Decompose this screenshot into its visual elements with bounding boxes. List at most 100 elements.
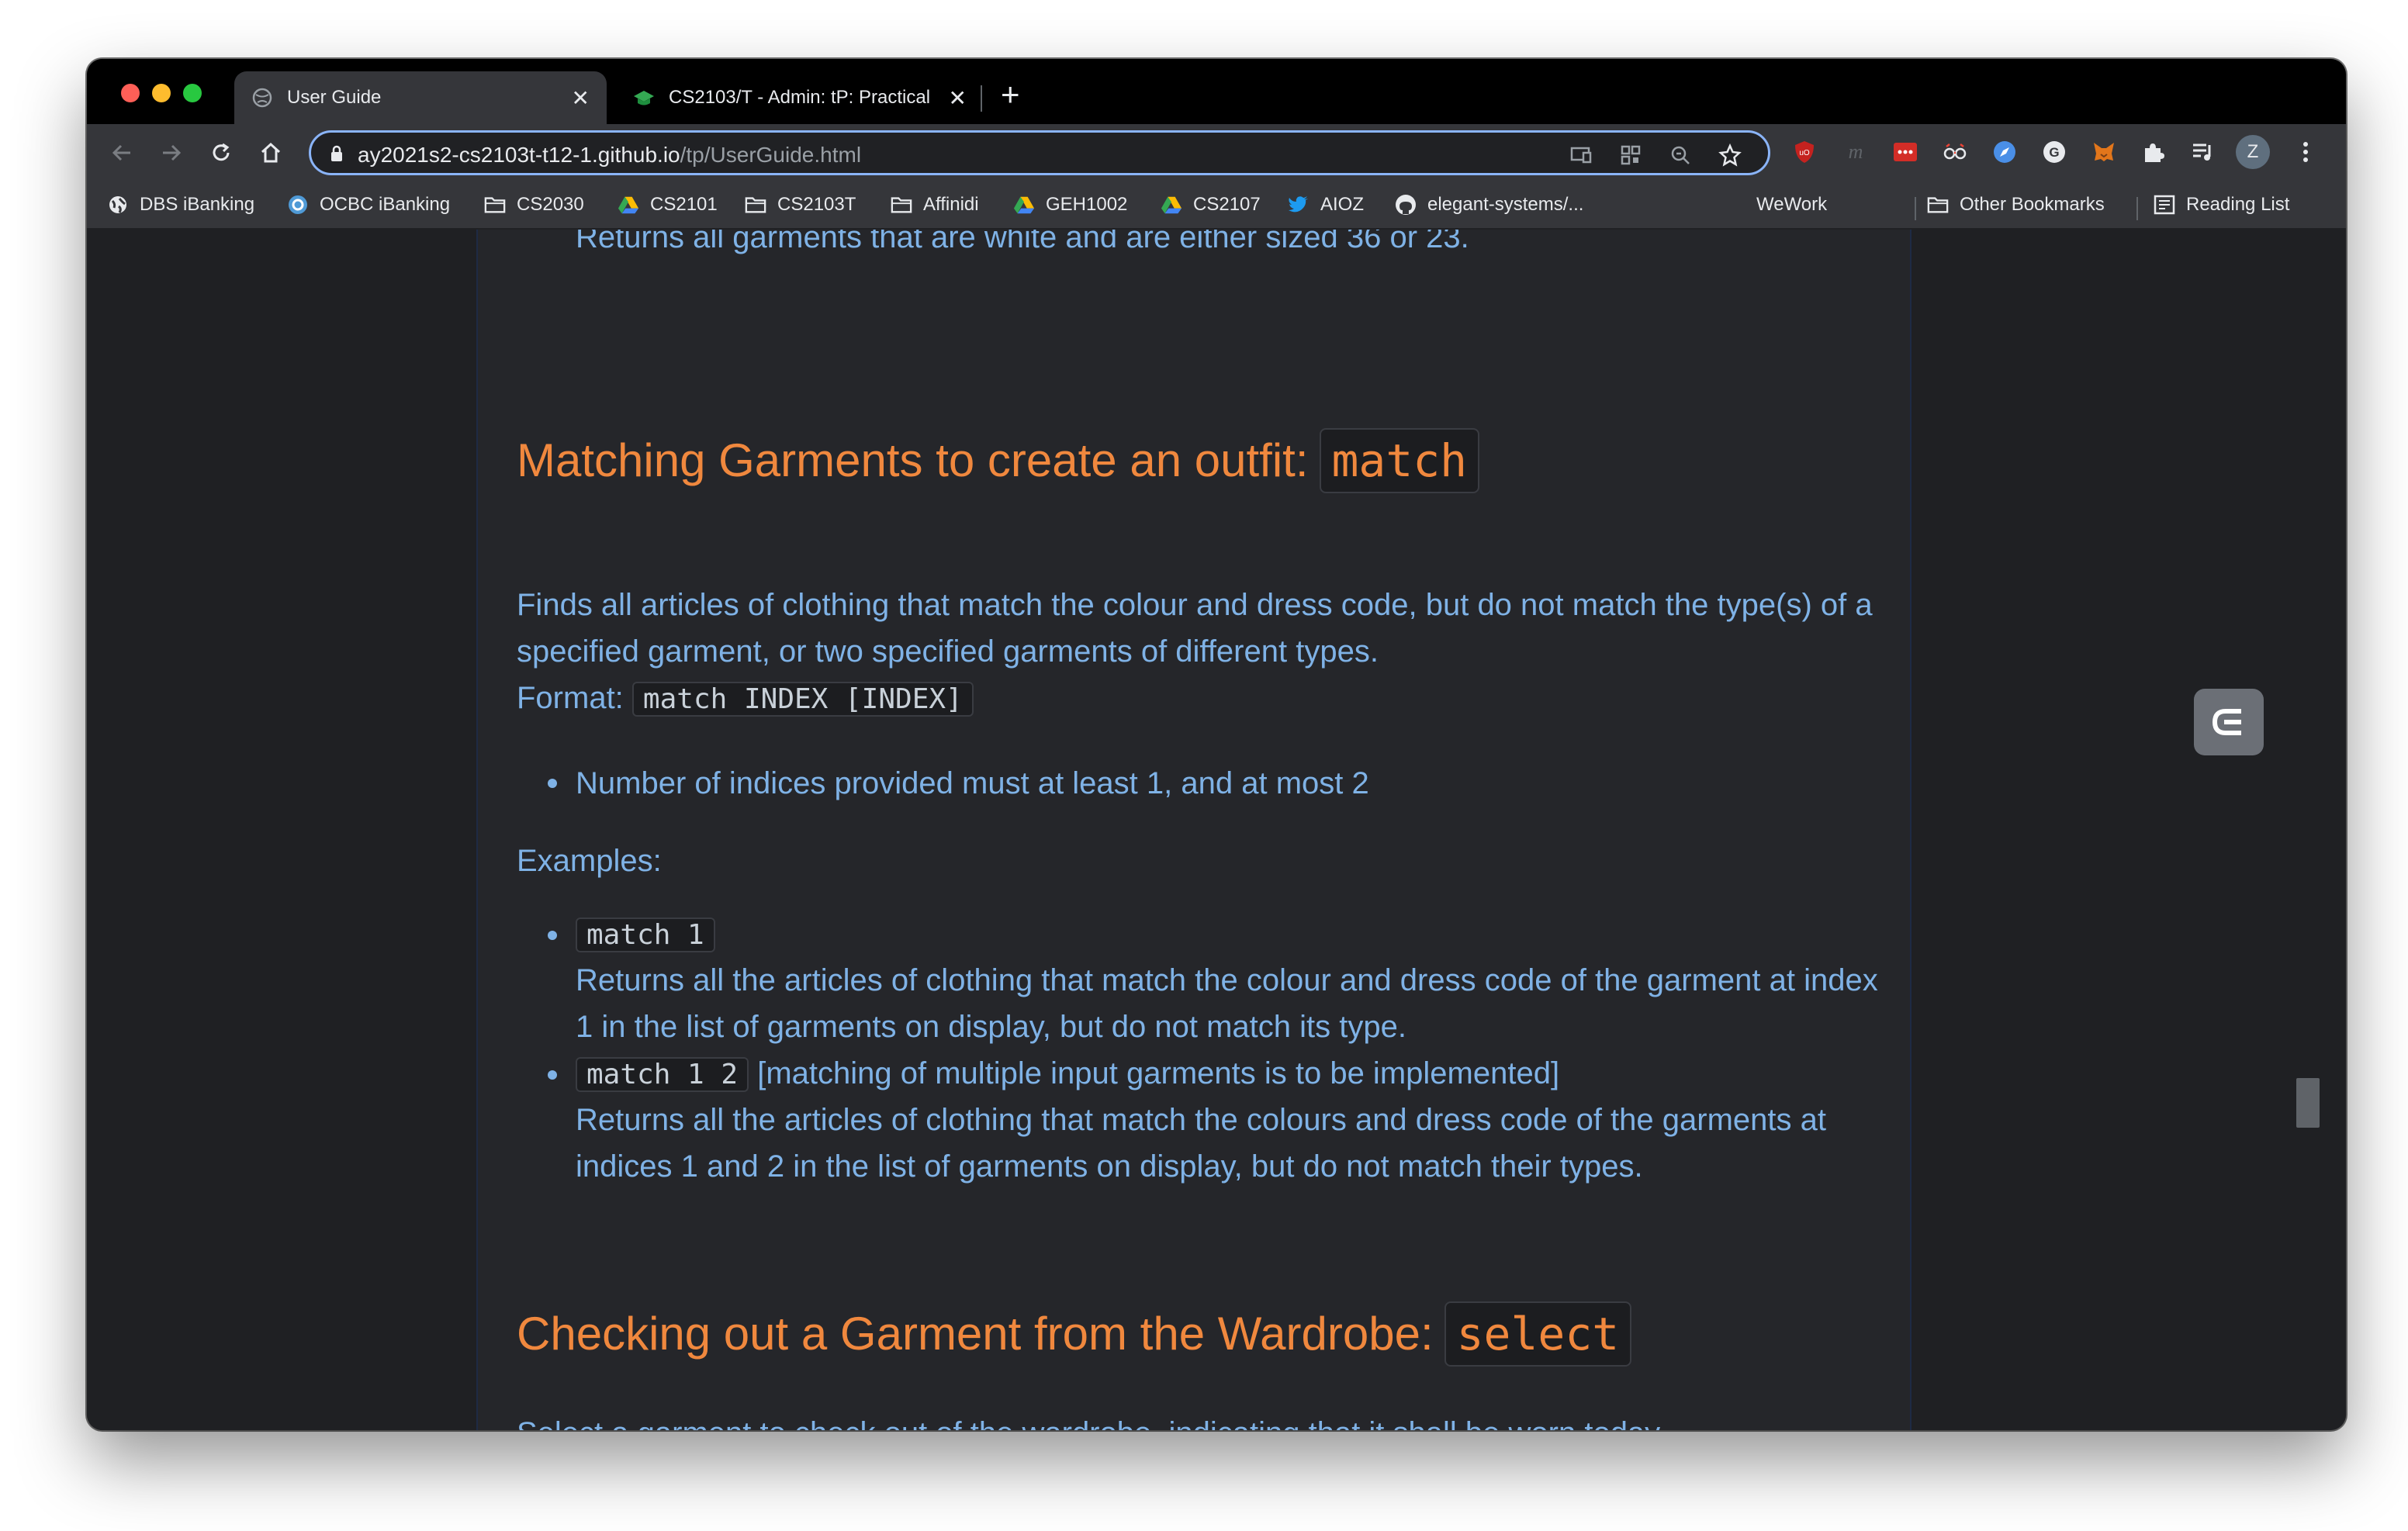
metamask-fox-icon[interactable] [2090,138,2118,166]
bookmark-wework[interactable]: WeWork [1724,191,1827,219]
twitter-icon [1288,194,1310,216]
example1-code: match 1 [576,918,715,952]
select-cut-line: Select a garment to check out of the war… [517,1410,1666,1430]
example2-line1: Returns all the articles of clothing tha… [576,1103,1826,1137]
forward-icon[interactable] [157,138,186,168]
example1-code-line: match 1 [576,911,715,957]
bookmark-cs2103t[interactable]: CS2103T [745,191,856,219]
example2-note: [matching of multiple input garments is … [757,1056,1560,1090]
match-heading: Matching Garments to create an outfit: m… [517,428,1480,493]
kebab-menu-icon[interactable] [2292,138,2320,166]
bookmark-ocbc-ibanking[interactable]: OCBC iBanking [287,191,450,219]
bookmark-label: Reading List [2186,194,2290,215]
media-queue-icon[interactable] [2189,138,2217,166]
bookmark-star-icon[interactable] [1717,142,1743,168]
fullscreen-window-button[interactable] [183,84,202,102]
scrollbar-thumb[interactable] [2296,1078,2320,1128]
indices-bullet: Number of indices provided must at least… [576,766,1369,800]
lock-icon [330,145,344,166]
bookmark-label: elegant-systems/... [1427,194,1584,215]
bookmark-elegant-systems[interactable]: elegant-systems/... [1395,191,1583,219]
grammar-extension-icon[interactable]: G [2040,138,2068,166]
example2-line2: indices 1 and 2 in the list of garments … [576,1149,1643,1184]
user-guide-content: Returns all garments that are white and … [476,230,1912,1430]
glasses-extension-icon[interactable] [1941,138,1969,166]
compass-extension-icon[interactable] [1991,138,2019,166]
back-icon[interactable] [107,138,137,168]
close-tab-icon[interactable]: ✕ [572,85,590,111]
bookmarks-divider [1915,197,1916,220]
profile-avatar[interactable]: Z [2236,135,2270,169]
toolbar: ay2021s2-cs2103t-t12-1.github.io/tp/User… [87,124,2346,181]
tab-cs2103-admin[interactable]: CS2103/T - Admin: tP: Practical ✕ [616,71,984,124]
example2-code-line: match 1 2 [matching of multiple input ga… [576,1050,1559,1097]
svg-text:uO: uO [1799,149,1810,157]
tab-strip: User Guide ✕ CS2103/T - Admin: tP: Pract… [87,59,2346,124]
svg-text:G: G [2049,145,2059,160]
tab-divider [981,85,982,112]
bookmark-label: WeWork [1756,194,1828,215]
match-format: Format: match INDEX [INDEX] [517,675,974,721]
bookmark-label: CS2107 [1193,194,1261,215]
page-viewport: Returns all garments that are white and … [87,230,2346,1430]
bookmark-label: OCBC iBanking [320,194,451,215]
bookmark-aioz[interactable]: AIOZ [1288,191,1364,219]
format-label: Format: [517,681,624,715]
bookmark-geh1002[interactable]: GEH1002 [1013,191,1127,219]
graduation-cap-icon [633,87,655,109]
bookmark-other-bookmarks[interactable]: Other Bookmarks [1927,191,2105,219]
bookmark-reading-list[interactable]: Reading List [2154,191,2289,219]
match-desc-line2: specified garment, or two specified garm… [517,634,1379,669]
bookmark-cs2107[interactable]: CS2107 [1161,191,1261,219]
url-text: ay2021s2-cs2103t-t12-1.github.io/tp/User… [358,143,861,168]
select-heading: Checking out a Garment from the Wardrobe… [517,1301,1632,1367]
tab-title: CS2103/T - Admin: tP: Practical [669,87,931,108]
ublock-icon[interactable]: uO [1790,138,1818,166]
folder-icon [745,194,766,216]
drive-icon [1161,194,1182,216]
qr-code-icon[interactable] [1617,142,1644,168]
svg-text:m: m [1849,140,1863,163]
bookmark-cs2101[interactable]: CS2101 [618,191,718,219]
folder-icon [1927,194,1949,216]
example2-code: match 1 2 [576,1057,749,1092]
home-icon[interactable] [256,138,285,168]
github-icon [1395,194,1417,216]
reload-icon[interactable] [206,138,236,168]
tab-user-guide[interactable]: User Guide ✕ [234,71,607,124]
select-heading-code: select [1444,1301,1632,1367]
minimize-window-button[interactable] [152,84,171,102]
m-extension-icon[interactable]: m [1842,138,1870,166]
example1-line1: Returns all the articles of clothing tha… [576,963,1878,997]
bookmarks-divider [2136,197,2138,220]
cast-icon[interactable] [1568,142,1594,168]
address-bar[interactable]: ay2021s2-cs2103t-t12-1.github.io/tp/User… [309,130,1770,175]
bookmark-label: AIOZ [1320,194,1365,215]
browser-window: User Guide ✕ CS2103/T - Admin: tP: Pract… [87,59,2346,1430]
grammar-float-button[interactable] [2194,689,2264,755]
bookmark-affinidi[interactable]: Affinidi [891,191,979,219]
reading-list-icon [2154,194,2175,216]
zoom-icon[interactable] [1667,142,1694,168]
globe-icon [107,194,129,216]
match-heading-text: Matching Garments to create an outfit: [517,434,1309,486]
bookmark-label: CS2101 [650,194,718,215]
format-code: match INDEX [INDEX] [631,682,974,717]
lastpass-icon[interactable] [1891,138,1919,166]
bullet-dot [548,779,557,788]
close-window-button[interactable] [121,84,140,102]
folder-icon [891,194,912,216]
puzzle-extensions-icon[interactable] [2140,138,2168,166]
top-cut-line: Returns all garments that are white and … [576,230,1469,254]
bookmark-cs2030[interactable]: CS2030 [484,191,584,219]
bookmark-label: Affinidi [923,194,979,215]
select-heading-text: Checking out a Garment from the Wardrobe… [517,1308,1434,1360]
new-tab-button[interactable]: + [1001,76,1020,113]
close-tab-icon[interactable]: ✕ [949,85,967,111]
url-path: /tp/UserGuide.html [680,143,862,167]
bookmark-dbs-ibanking[interactable]: DBS iBanking [107,191,254,219]
bookmarks-bar: DBS iBanking OCBC iBanking CS2030 CS2101… [87,181,2346,230]
grammar-e-icon [2212,709,2241,735]
bookmark-label: GEH1002 [1046,194,1128,215]
bullet-dot [548,931,557,940]
